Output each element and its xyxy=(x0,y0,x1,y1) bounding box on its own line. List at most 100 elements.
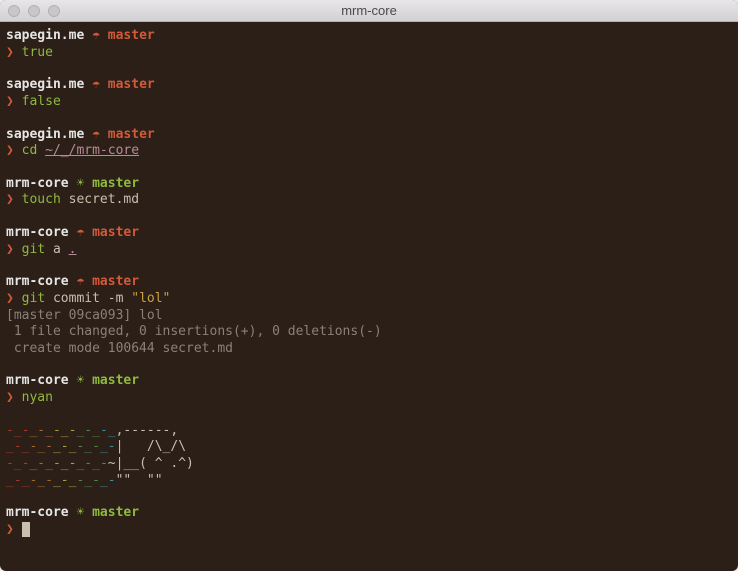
command-name: nyan xyxy=(22,390,53,405)
nyan-cat: -_-_-_-_-_-_-_,------,_-_-_-_-_-_-_-| /\… xyxy=(6,407,732,506)
command-name: cd xyxy=(22,143,38,158)
cwd: sapegin.me xyxy=(6,127,84,142)
cwd: mrm-core xyxy=(6,225,69,240)
nyan-cat-body: "" "" xyxy=(116,473,163,488)
command-path: ~/_/mrm-core xyxy=(45,143,139,158)
prompt-line: mrm-core ☂ master xyxy=(6,225,732,242)
umbrella-icon: ☂ xyxy=(76,274,84,289)
git-branch: master xyxy=(108,77,155,92)
command-output: 1 file changed, 0 insertions(+), 0 delet… xyxy=(6,324,732,341)
nyan-rainbow-segment: _-_ xyxy=(29,423,52,438)
blank-line xyxy=(6,209,732,225)
prompt-line: sapegin.me ☂ master xyxy=(6,28,732,45)
command-path: . xyxy=(69,242,77,257)
cwd: sapegin.me xyxy=(6,28,84,43)
prompt-symbol: ❯ xyxy=(6,143,14,158)
command-name: touch xyxy=(22,192,61,207)
nyan-rainbow-segment: _-_ xyxy=(76,423,99,438)
blank-line xyxy=(6,111,732,127)
nyan-rainbow-segment: -_- xyxy=(76,473,99,488)
nyan-rainbow-segment: _- xyxy=(100,473,116,488)
prompt-symbol: ❯ xyxy=(6,291,14,306)
nyan-row: _-_-_-_-_-_-_-| /\_/\ xyxy=(6,439,732,456)
cwd: mrm-core xyxy=(6,373,69,388)
cwd: mrm-core xyxy=(6,505,69,520)
nyan-row: -_-_-_-_-_-_-_,------, xyxy=(6,423,732,440)
command-line: ❯ touch secret.md xyxy=(6,192,732,209)
umbrella-icon: ☂ xyxy=(92,28,100,43)
nyan-rainbow-segment: -_- xyxy=(6,456,29,471)
sun-icon: ☀ xyxy=(76,505,84,520)
zoom-icon[interactable] xyxy=(48,5,60,17)
command-name: git xyxy=(22,291,45,306)
command-arg: commit -m xyxy=(53,291,123,306)
nyan-rainbow-segment: _-_ xyxy=(76,456,99,471)
blank-line xyxy=(6,160,732,176)
git-branch: master xyxy=(92,505,139,520)
nyan-rainbow-segment: -_- xyxy=(6,423,29,438)
titlebar: mrm-core xyxy=(0,0,738,22)
prompt-line: mrm-core ☀ master xyxy=(6,176,732,193)
nyan-rainbow-segment: _-_ xyxy=(53,473,76,488)
git-branch: master xyxy=(92,225,139,240)
command-output: [master 09ca093] lol xyxy=(6,308,732,325)
terminal-content[interactable]: sapegin.me ☂ master❯ truesapegin.me ☂ ma… xyxy=(0,22,738,571)
nyan-rainbow-segment: - xyxy=(100,456,108,471)
git-branch: master xyxy=(108,127,155,142)
nyan-row: -_-_-_-_-_-_-~|__( ^ .^) xyxy=(6,456,732,473)
terminal-window: mrm-core sapegin.me ☂ master❯ truesapegi… xyxy=(0,0,738,571)
sun-icon: ☀ xyxy=(76,176,84,191)
command-name: true xyxy=(22,45,53,60)
cwd: mrm-core xyxy=(6,176,69,191)
prompt-symbol: ❯ xyxy=(6,45,14,60)
nyan-rainbow-segment: -_- xyxy=(53,423,76,438)
nyan-row: _-_-_-_-_-_-_-"" "" xyxy=(6,473,732,490)
nyan-rainbow-segment: -_- xyxy=(76,439,99,454)
command-line: ❯ git commit -m "lol" xyxy=(6,291,732,308)
prompt-line: sapegin.me ☂ master xyxy=(6,77,732,94)
nyan-rainbow-segment: _-_ xyxy=(6,439,29,454)
command-arg: a xyxy=(53,242,61,257)
minimize-icon[interactable] xyxy=(28,5,40,17)
nyan-rainbow-segment: _-_ xyxy=(53,439,76,454)
umbrella-icon: ☂ xyxy=(92,77,100,92)
output-text: [master 09ca093] lol xyxy=(6,308,163,323)
nyan-cat-body: ~|__( ^ .^) xyxy=(108,456,194,471)
command-line: ❯ xyxy=(6,522,732,539)
command-line: ❯ false xyxy=(6,94,732,111)
nyan-cat-body: ,------, xyxy=(116,423,179,438)
command-line: ❯ cd ~/_/mrm-core xyxy=(6,143,732,160)
nyan-rainbow-segment: -_- xyxy=(53,456,76,471)
output-text: 1 file changed, 0 insertions(+), 0 delet… xyxy=(6,324,382,339)
blank-line xyxy=(6,61,732,77)
window-title: mrm-core xyxy=(0,3,738,18)
nyan-rainbow-segment: _-_ xyxy=(6,473,29,488)
blank-line xyxy=(6,357,732,373)
prompt-line: mrm-core ☀ master xyxy=(6,373,732,390)
close-icon[interactable] xyxy=(8,5,20,17)
prompt-line: mrm-core ☂ master xyxy=(6,274,732,291)
git-branch: master xyxy=(92,373,139,388)
blank-line xyxy=(6,258,732,274)
command-line: ❯ nyan xyxy=(6,390,732,407)
traffic-lights xyxy=(0,5,60,17)
prompt-line: sapegin.me ☂ master xyxy=(6,127,732,144)
command-string: "lol" xyxy=(131,291,170,306)
command-output: create mode 100644 secret.md xyxy=(6,341,732,358)
command-name: false xyxy=(22,94,61,109)
command-name: git xyxy=(22,242,45,257)
git-branch: master xyxy=(92,176,139,191)
nyan-rainbow-segment: -_ xyxy=(100,423,116,438)
nyan-rainbow-segment: -_- xyxy=(29,473,52,488)
umbrella-icon: ☂ xyxy=(92,127,100,142)
sun-icon: ☀ xyxy=(76,373,84,388)
cwd: mrm-core xyxy=(6,274,69,289)
nyan-cat-body: | /\_/\ xyxy=(116,439,186,454)
prompt-symbol: ❯ xyxy=(6,94,14,109)
git-branch: master xyxy=(108,28,155,43)
prompt-symbol: ❯ xyxy=(6,522,14,537)
umbrella-icon: ☂ xyxy=(76,225,84,240)
prompt-symbol: ❯ xyxy=(6,242,14,257)
prompt-symbol: ❯ xyxy=(6,192,14,207)
cwd: sapegin.me xyxy=(6,77,84,92)
